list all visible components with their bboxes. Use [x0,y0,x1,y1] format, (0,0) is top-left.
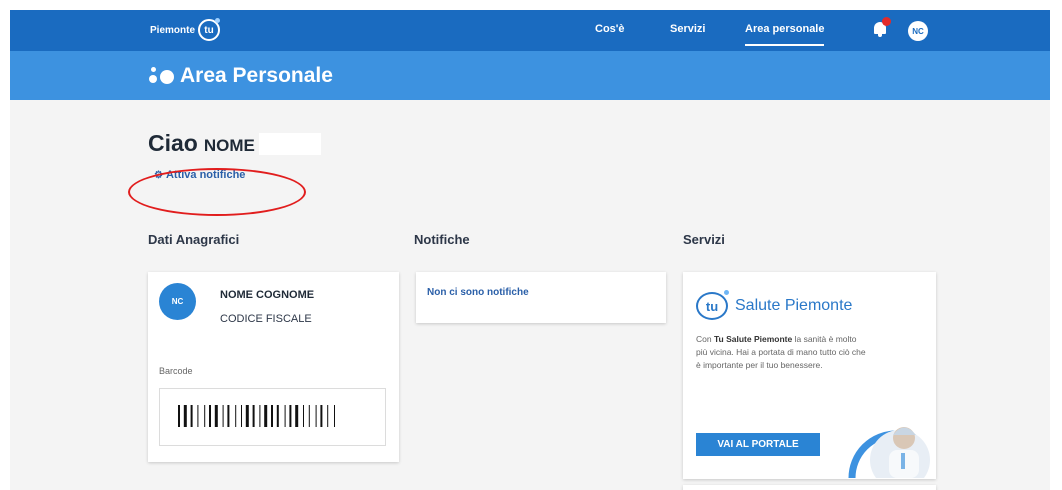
barcode-box [159,388,386,446]
avatar: NC [159,283,196,320]
bell-clapper [878,34,882,37]
greeting: Ciao NOME [148,130,321,157]
service-card-salute-piemonte: tu Salute Piemonte Con Tu Salute Piemont… [683,272,936,479]
brand-dots-icon [149,67,179,89]
greeting-hello: Ciao [148,130,198,156]
barcode-bar [204,405,206,427]
barcode-bar [252,405,255,427]
barcode-bar [308,405,310,427]
barcode-bar [315,405,317,427]
greeting-name: NOME [203,136,255,155]
barcode-bar [235,405,237,427]
top-navbar: Piemonte tu Cos'è Servizi Area personale… [10,10,1050,51]
notification-badge [882,17,891,26]
tu-logo-icon: tu [198,18,221,41]
nav-area-personale[interactable]: Area personale [745,23,825,46]
barcode-bar [295,405,299,427]
tu-logo-icon: tu [696,290,729,320]
barcode-bar [334,405,335,427]
full-name: NOME COGNOME [220,289,315,301]
bell-icon[interactable] [874,17,891,37]
barcode-bar [183,405,187,427]
service-name: Salute Piemonte [735,297,853,314]
barcode-bar [209,405,211,427]
barcode-label: Barcode [159,366,193,376]
barcode-bar [320,405,323,427]
barcode-image [178,405,335,427]
logo-text: Piemonte [150,24,196,36]
vai-al-portale-button[interactable]: VAI AL PORTALE [696,433,820,456]
nav-cos-e[interactable]: Cos'è [595,23,625,35]
barcode-bar [264,405,268,427]
salute-piemonte-logo: tu Salute Piemonte [696,290,853,320]
service-description: Con Tu Salute Piemonte la sanità è molto… [696,333,868,372]
name-redaction [258,132,321,155]
highlight-ellipse [128,168,306,216]
section-dati-anagrafici: Dati Anagrafici [148,232,240,247]
user-avatar[interactable]: NC [908,21,928,41]
section-notifiche: Notifiche [414,232,470,247]
barcode-bar [178,405,180,427]
barcode-bar [276,405,279,427]
barcode-bar [241,405,242,427]
section-servizi: Servizi [683,232,725,247]
screenshot-frame: Piemonte tu Cos'è Servizi Area personale… [10,10,1050,490]
nav-servizi[interactable]: Servizi [670,23,705,35]
barcode-bar [190,405,193,427]
next-service-card [683,485,936,490]
page-title: Area Personale [180,64,333,87]
barcode-bar [214,405,218,427]
barcode-bar [303,405,304,427]
desc-intro: Con [696,334,712,344]
anagrafica-card: NC NOME COGNOME CODICE FISCALE Barcode [148,272,399,462]
barcode-bar [197,405,199,427]
barcode-bar [327,405,329,427]
barcode-bar [271,405,273,427]
barcode-bar [284,405,286,427]
empty-notifications-text: Non ci sono notifiche [427,287,529,298]
fiscal-code: CODICE FISCALE [220,313,312,325]
desc-brand: Tu Salute Piemonte [713,334,793,344]
page: Piemonte tu Cos'è Servizi Area personale… [0,0,1062,490]
barcode-bar [245,405,249,427]
barcode-bar [227,405,230,427]
page-header-bar: Area Personale [10,51,1050,100]
piemonte-logo[interactable]: Piemonte tu [150,18,221,41]
barcode-bar [289,405,292,427]
barcode-bar [259,405,261,427]
notifiche-card: Non ci sono notifiche [416,272,666,323]
barcode-bar [222,405,224,427]
doctor-illustration [848,427,930,478]
